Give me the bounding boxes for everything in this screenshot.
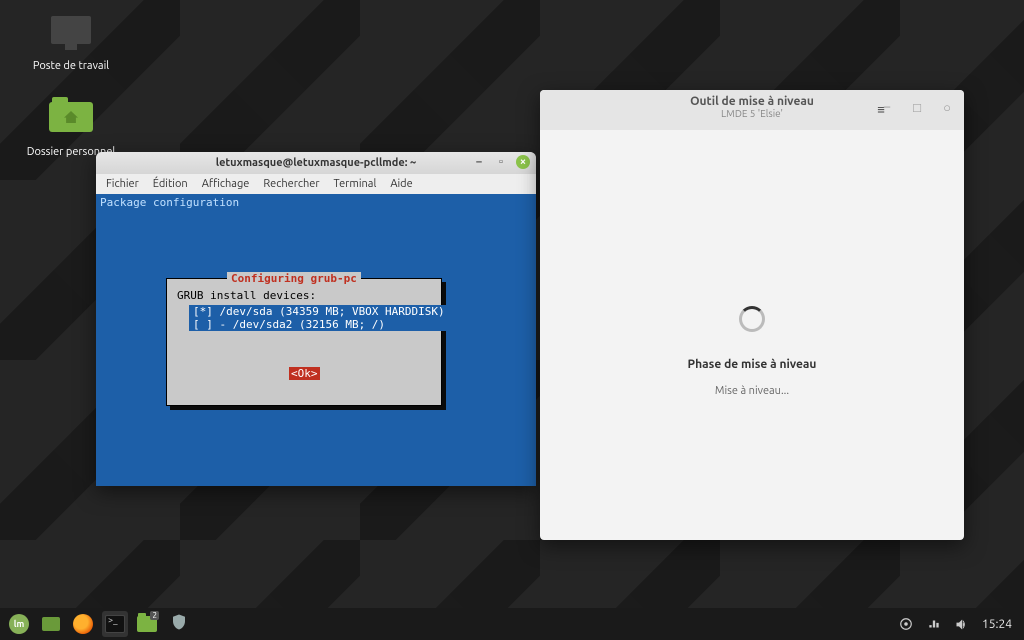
taskbar-clock[interactable]: 15:24	[982, 618, 1012, 631]
terminal-icon	[105, 615, 125, 633]
grub-dialog[interactable]: Configuring grub-pc GRUB install devices…	[166, 278, 442, 406]
upgrade-phase-title: Phase de mise à niveau	[540, 358, 964, 371]
maximize-button[interactable]: □	[908, 98, 926, 116]
workspace-badge: 2	[150, 611, 159, 620]
desktop-icon-label: Poste de travail	[26, 60, 116, 72]
desktop-icon-computer[interactable]: Poste de travail	[26, 16, 116, 72]
minimize-button[interactable]: –	[878, 98, 896, 116]
system-tray: 15:24	[898, 616, 1018, 632]
start-menu-button[interactable]	[6, 611, 32, 637]
show-desktop-icon	[42, 617, 60, 631]
upgrade-body: Phase de mise à niveau Mise à niveau...	[540, 130, 964, 397]
taskbar: 2 15:24	[0, 608, 1024, 640]
minimize-button[interactable]: –	[472, 155, 486, 169]
grub-dialog-title: Configuring grub-pc	[227, 272, 361, 285]
upgrade-header[interactable]: Outil de mise à niveau LMDE 5 'Elsie' ≡ …	[540, 90, 964, 130]
menu-edit[interactable]: Édition	[153, 178, 188, 190]
shield-icon	[170, 613, 188, 635]
menu-view[interactable]: Affichage	[202, 178, 250, 190]
menu-terminal[interactable]: Terminal	[334, 178, 377, 190]
folder-icon	[49, 102, 93, 132]
monitor-icon	[51, 16, 91, 44]
terminal-titlebar[interactable]: letuxmasque@letuxmasque-pcllmde: ~ – ▫ ×	[96, 152, 536, 174]
grub-option[interactable]: [ ] - /dev/sda2 (32156 MB; /)	[189, 318, 449, 331]
menu-help[interactable]: Aide	[390, 178, 412, 190]
terminal-menubar: Fichier Édition Affichage Rechercher Ter…	[96, 174, 536, 194]
menu-file[interactable]: Fichier	[106, 178, 139, 190]
maximize-button[interactable]: ▫	[494, 155, 508, 169]
menu-search[interactable]: Rechercher	[263, 178, 319, 190]
upgrade-window[interactable]: Outil de mise à niveau LMDE 5 'Elsie' ≡ …	[540, 90, 964, 540]
desktop-icon-home[interactable]: Dossier personnel	[26, 96, 116, 158]
volume-icon[interactable]	[954, 616, 970, 632]
grub-options-list: [*] /dev/sda (34359 MB; VBOX HARDDISK) […	[189, 305, 449, 331]
taskbar-firefox[interactable]	[70, 611, 96, 637]
close-button[interactable]: ×	[516, 155, 530, 169]
grub-prompt: GRUB install devices:	[177, 289, 316, 302]
show-desktop-button[interactable]	[38, 611, 64, 637]
removable-media-icon[interactable]	[898, 616, 914, 632]
terminal-window[interactable]: letuxmasque@letuxmasque-pcllmde: ~ – ▫ ×…	[96, 152, 536, 486]
taskbar-terminal[interactable]	[102, 611, 128, 637]
grub-ok-button[interactable]: <Ok>	[289, 367, 320, 380]
terminal-body[interactable]: Package configuration Configuring grub-p…	[96, 194, 536, 486]
network-icon[interactable]	[926, 616, 942, 632]
taskbar-files[interactable]: 2	[134, 611, 160, 637]
package-config-header: Package configuration	[100, 196, 239, 209]
firefox-icon	[73, 614, 93, 634]
terminal-title-text: letuxmasque@letuxmasque-pcllmde: ~	[216, 157, 416, 169]
close-button[interactable]: ○	[938, 98, 956, 116]
grub-option[interactable]: [*] /dev/sda (34359 MB; VBOX HARDDISK)	[189, 305, 449, 318]
taskbar-update-manager[interactable]	[166, 611, 192, 637]
upgrade-phase-status: Mise à niveau...	[540, 385, 964, 397]
mint-logo-icon	[9, 614, 29, 634]
spinner-icon	[739, 306, 765, 332]
